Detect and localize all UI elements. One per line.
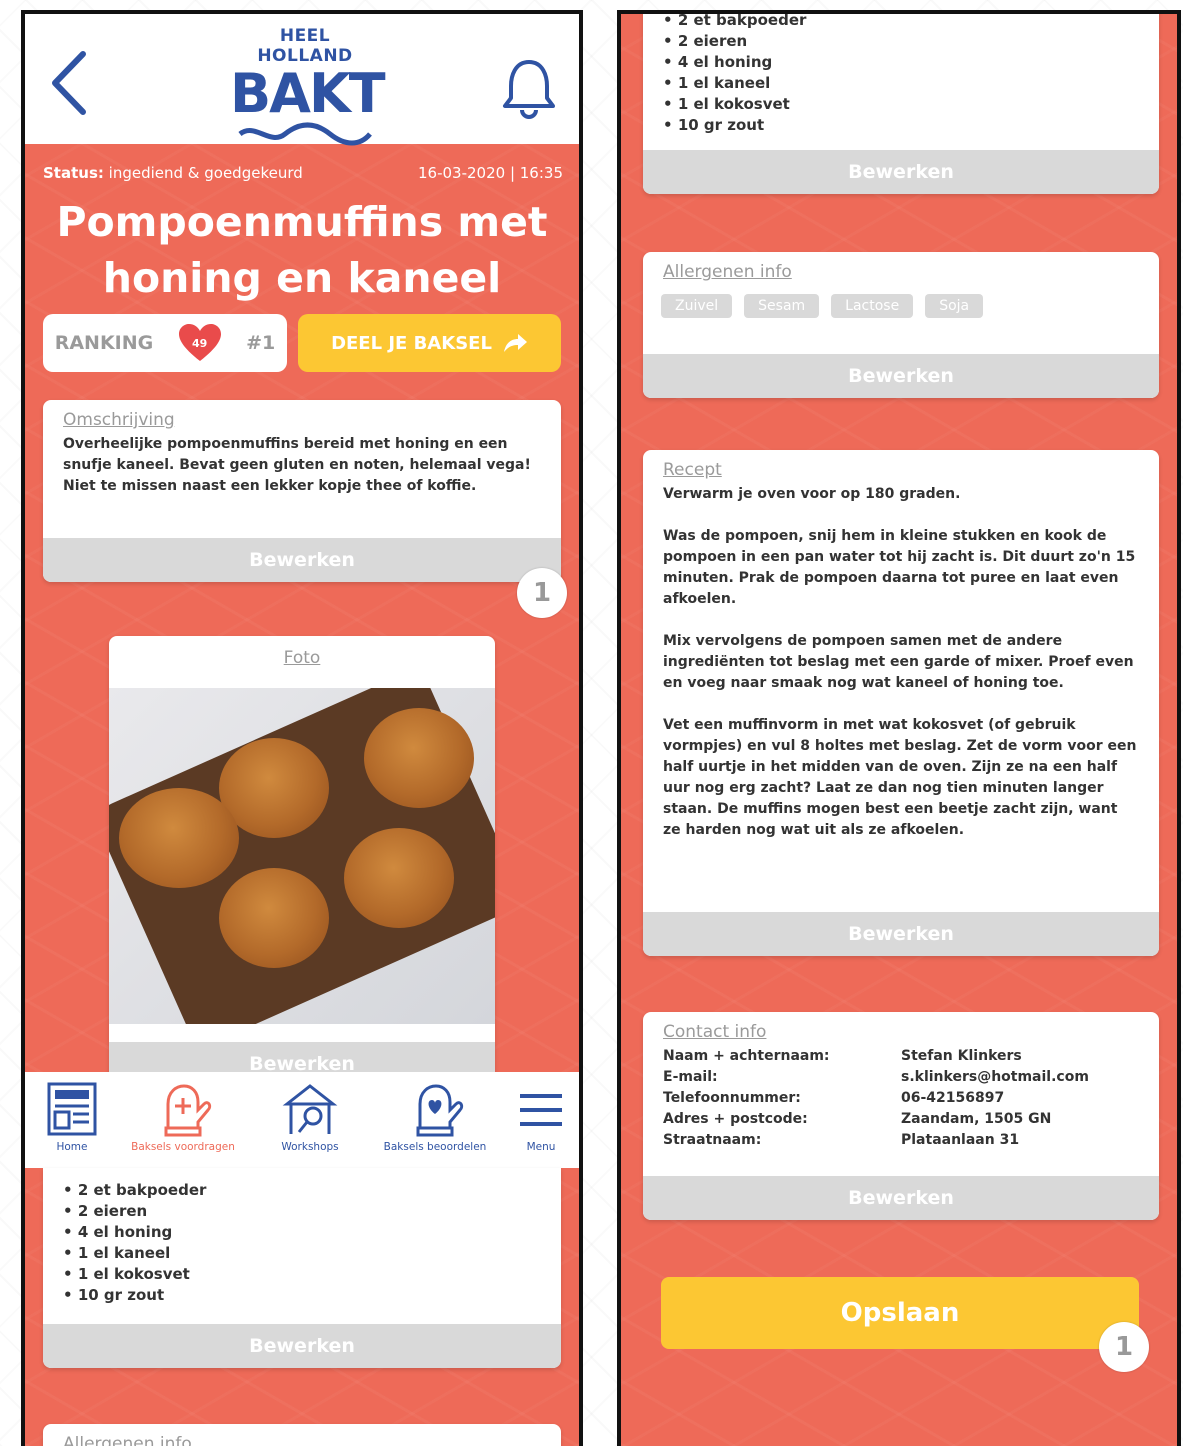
recipe-step: Vet een muffinvorm in met wat kokosvet (…	[663, 717, 1137, 838]
photo-title: Foto	[283, 648, 321, 668]
nav-baksels-beoordelen[interactable]: Baksels beoordelen	[361, 1080, 509, 1153]
tent-icon	[282, 1084, 338, 1134]
nav-menu[interactable]: Menu	[513, 1080, 569, 1153]
heel-holland-bakt-logo: HEEL HOLLAND BAKT	[230, 26, 386, 146]
logo-ornament-icon	[238, 122, 372, 146]
edit-ingredients-button[interactable]: Bewerken	[643, 150, 1159, 194]
ingredients-list: • 2 et bakpoeder • 2 eieren • 4 el honin…	[643, 11, 1159, 136]
allergen-card: Allergenen info Zuivel Sesam Lactose Soj…	[643, 252, 1159, 398]
bell-icon[interactable]	[499, 56, 559, 120]
nav-menu-label: Menu	[526, 1141, 556, 1153]
nav-home-label: Home	[56, 1141, 88, 1153]
status-value: ingediend & goedgekeurd	[108, 164, 303, 182]
allergen-title: Allergenen info	[663, 262, 792, 282]
description-title: Omschrijving	[63, 410, 175, 430]
ingredient-item: • 2 eieren	[663, 32, 748, 50]
allergen-tag[interactable]: Zuivel	[661, 294, 733, 318]
contact-row: Telefoonnummer: 06-42156897	[663, 1090, 1005, 1106]
ingredient-item: • 2 et bakpoeder	[663, 11, 807, 29]
ingredient-item: • 1 el kokosvet	[63, 1265, 190, 1283]
ingredients-list: • 2 et bakpoeder • 2 eieren • 4 el honin…	[43, 1168, 561, 1306]
status-label: Status:	[43, 164, 104, 182]
ingredient-item: • 1 el kaneel	[63, 1244, 171, 1262]
photo-card: Foto Bewerken	[109, 636, 495, 1086]
allergen-card-partial: Allergenen info	[43, 1424, 561, 1446]
recipe-step: Mix vervolgens de pompoen samen met de a…	[663, 633, 1134, 691]
muffin-photo	[109, 688, 495, 1024]
recipe-step: Verwarm je oven voor op 180 graden.	[663, 486, 961, 502]
allergen-title: Allergenen info	[63, 1434, 192, 1446]
contact-row: Straatnaam: Plataanlaan 31	[663, 1132, 1020, 1148]
app-header: HEEL HOLLAND BAKT	[25, 14, 579, 146]
nav-baksels-beoordelen-label: Baksels beoordelen	[383, 1141, 487, 1153]
ingredient-item: • 2 eieren	[63, 1202, 148, 1220]
recipe-title: Recept	[663, 460, 722, 480]
nav-home[interactable]: Home	[37, 1080, 107, 1153]
contact-row: Naam + achternaam: Stefan Klinkers	[663, 1048, 1022, 1064]
ingredient-item: • 4 el honing	[663, 53, 773, 71]
oven-mitt-plus-icon	[164, 1084, 212, 1137]
ingredient-item: • 10 gr zout	[63, 1286, 165, 1304]
edit-description-button[interactable]: Bewerken	[43, 538, 561, 582]
recipe-step: Was de pompoen, snij hem in kleine stukk…	[663, 528, 1136, 607]
contact-row: E-mail: s.klinkers@hotmail.com	[663, 1069, 1089, 1085]
contact-card: Contact info Naam + achternaam: Stefan Kl…	[643, 1012, 1159, 1220]
edit-allergens-button[interactable]: Bewerken	[643, 354, 1159, 398]
ingredient-item: • 1 el kokosvet	[663, 95, 790, 113]
save-button[interactable]: Opslaan	[661, 1277, 1139, 1349]
nav-workshops-label: Workshops	[281, 1141, 339, 1153]
ranking-label: RANKING	[54, 332, 154, 354]
edit-ingredients-button[interactable]: Bewerken	[43, 1324, 561, 1368]
right-phone-screen: • 2 et bakpoeder • 2 eieren • 4 el honin…	[617, 10, 1181, 1446]
allergen-tag[interactable]: Lactose	[831, 294, 914, 318]
allergen-tags: Zuivel Sesam Lactose Soja	[643, 286, 1159, 326]
edit-contact-button[interactable]: Bewerken	[643, 1176, 1159, 1220]
ranking-box: RANKING 49 #1	[43, 314, 287, 372]
heart-icon: 49	[177, 323, 223, 363]
submission-date: 16-03-2020 | 16:35	[418, 164, 563, 182]
allergen-tag[interactable]: Sesam	[744, 294, 820, 318]
bottom-navigation: Home Baksels voordragen Workshops Baksel…	[25, 1072, 579, 1168]
share-label: DEEL JE BAKSEL	[331, 332, 492, 354]
nav-baksels-voordragen-label: Baksels voordragen	[131, 1141, 235, 1153]
newspaper-icon	[47, 1082, 97, 1136]
edit-recipe-button[interactable]: Bewerken	[643, 912, 1159, 956]
ranking-likes: 49	[192, 336, 208, 350]
annotation-badge: 1	[1099, 1322, 1149, 1372]
ingredient-item: • 2 et bakpoeder	[63, 1181, 207, 1199]
recipe-title: Pompoenmuffins met honing en kaneel	[56, 198, 548, 302]
description-text: Overheelijke pompoenmuffins bereid met h…	[63, 436, 531, 494]
nav-baksels-voordragen[interactable]: Baksels voordragen	[111, 1080, 255, 1153]
left-phone-screen: HEEL HOLLAND BAKT Status: ingediend & go…	[21, 10, 583, 1446]
description-card: Omschrijving Overheelijke pompoenmuffins…	[43, 400, 561, 582]
ingredient-item: • 1 el kaneel	[663, 74, 771, 92]
share-button[interactable]: DEEL JE BAKSEL	[298, 314, 561, 372]
contact-title: Contact info	[663, 1022, 767, 1042]
recipe-card: Recept Verwarm je oven voor op 180 grade…	[643, 450, 1159, 956]
allergen-tag[interactable]: Soja	[925, 294, 984, 318]
ingredients-card: • 2 et bakpoeder • 2 eieren • 4 el honin…	[643, 11, 1159, 194]
back-arrow-icon[interactable]	[45, 48, 95, 118]
ingredient-item: • 4 el honing	[63, 1223, 173, 1241]
contact-row: Adres + postcode: Zaandam, 1505 GN	[663, 1111, 1052, 1127]
ingredient-item: • 10 gr zout	[663, 116, 765, 134]
oven-mitt-heart-icon	[416, 1084, 464, 1137]
nav-workshops[interactable]: Workshops	[265, 1080, 355, 1153]
status-line: Status: ingediend & goedgekeurd 16-03-20…	[43, 164, 563, 182]
annotation-badge: 1	[517, 568, 567, 618]
ingredients-card: • 2 et bakpoeder • 2 eieren • 4 el honin…	[43, 1168, 561, 1368]
share-arrow-icon	[503, 334, 527, 352]
ranking-position: #1	[246, 332, 276, 354]
hamburger-menu-icon	[520, 1094, 562, 1126]
